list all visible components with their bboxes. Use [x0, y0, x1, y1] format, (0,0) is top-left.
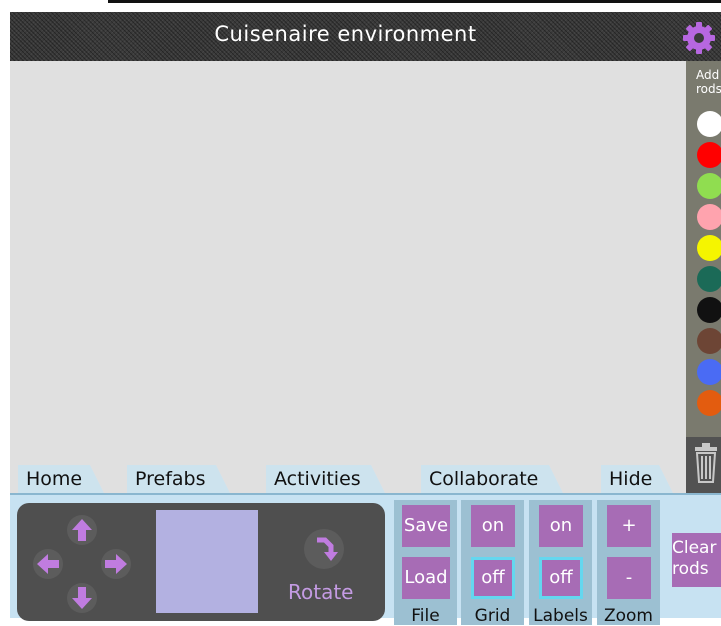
zoom-group-label: Zoom — [603, 606, 653, 626]
zoom-out-button[interactable]: - — [607, 557, 651, 599]
arrow-right-icon — [105, 554, 127, 574]
labels-group-label: Labels — [533, 606, 588, 626]
swatch-red[interactable] — [697, 142, 721, 168]
labels-off-button[interactable]: off — [539, 557, 583, 599]
trash-icon — [695, 443, 717, 483]
swatch-brown[interactable] — [697, 328, 721, 354]
arrow-up-icon — [72, 519, 92, 541]
rod-palette: Add rods — [686, 61, 721, 493]
move-down-button[interactable] — [67, 583, 97, 613]
app-title: Cuisenaire environment — [214, 22, 477, 46]
swatch-blue[interactable] — [697, 359, 721, 385]
rod-preview — [156, 510, 258, 613]
grid-off-button[interactable]: off — [471, 557, 515, 599]
swatch-black[interactable] — [697, 297, 721, 323]
clear-rods-button[interactable]: Clear rods — [672, 533, 721, 587]
zoom-in-button[interactable]: + — [607, 505, 651, 547]
top-border-line — [108, 0, 721, 3]
tab-collaborate[interactable]: Collaborate — [421, 465, 563, 493]
load-button[interactable]: Load — [402, 557, 450, 599]
move-left-button[interactable] — [33, 549, 63, 579]
labels-on-button[interactable]: on — [539, 505, 583, 547]
toolbar-divider — [10, 493, 721, 495]
move-up-button[interactable] — [67, 515, 97, 545]
tab-activities[interactable]: Activities — [266, 465, 385, 493]
add-rods-label: Add rods — [696, 68, 721, 96]
gear-icon[interactable] — [682, 21, 716, 55]
app-header: Cuisenaire environment — [10, 12, 721, 61]
swatch-yellow[interactable] — [697, 235, 721, 261]
swatch-pink[interactable] — [697, 204, 721, 230]
save-button[interactable]: Save — [402, 505, 450, 547]
tab-hide[interactable]: Hide — [601, 465, 673, 493]
tab-home[interactable]: Home — [18, 465, 104, 493]
workspace-canvas[interactable] — [10, 61, 686, 493]
rotate-button[interactable] — [304, 529, 344, 569]
rotate-icon — [317, 537, 338, 561]
swatch-orange[interactable] — [697, 390, 721, 416]
arrow-left-icon — [37, 554, 59, 574]
grid-group-label: Grid — [474, 606, 511, 626]
swatch-light-green[interactable] — [697, 173, 721, 199]
tab-prefabs[interactable]: Prefabs — [127, 465, 230, 493]
file-group-label: File — [411, 606, 440, 626]
move-right-button[interactable] — [101, 549, 131, 579]
rotate-label: Rotate — [288, 580, 354, 604]
grid-on-button[interactable]: on — [471, 505, 515, 547]
arrow-down-icon — [72, 587, 92, 609]
swatch-dark-green[interactable] — [697, 266, 721, 292]
trash-zone[interactable] — [686, 437, 721, 493]
swatch-white[interactable] — [697, 111, 721, 137]
